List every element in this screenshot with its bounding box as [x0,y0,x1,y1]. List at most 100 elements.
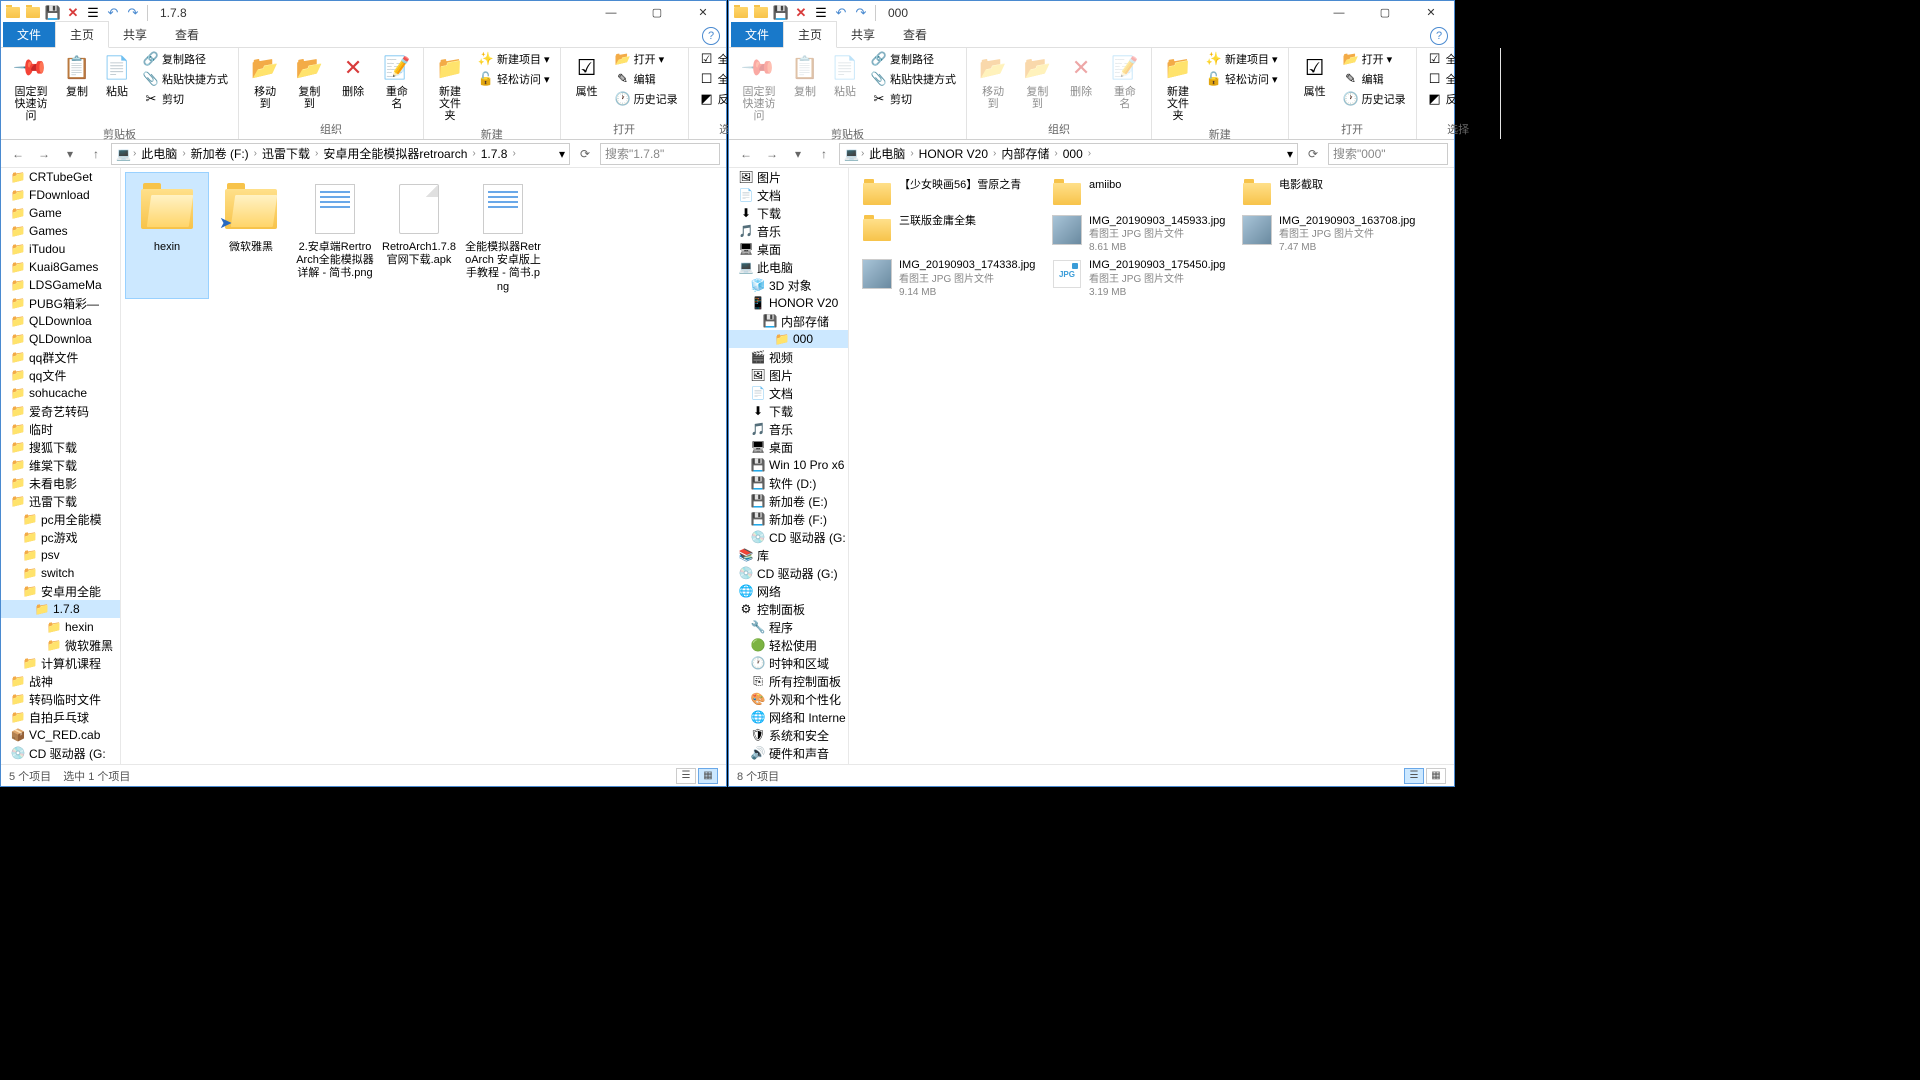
pin-to-quick-access-button[interactable]: 📌固定到快速访问 [7,50,55,124]
tree-item[interactable]: 📁CRTubeGet [1,168,120,186]
history-button[interactable]: 🕐历史记录 [1339,90,1410,108]
tree-item[interactable]: 📁qq群文件 [1,348,120,366]
close-button[interactable]: ✕ [1408,1,1454,24]
save-icon[interactable]: 💾 [773,5,789,21]
tree-item[interactable]: 📄文档 [729,384,848,402]
tree-item[interactable]: 👤用户帐户 [729,762,848,764]
tree-item[interactable]: 📁pc用全能模 [1,510,120,528]
breadcrumb-segment[interactable]: HONOR V20 [916,147,991,161]
file-item[interactable]: IMG_20190903_163708.jpg看图王 JPG 图片文件7.47 … [1237,212,1427,256]
tree-item[interactable]: ⬇下载 [729,204,848,222]
nav-tree[interactable]: 📁CRTubeGet📁FDownload📁Game📁Games📁iTudou📁K… [1,168,121,764]
breadcrumb-dropdown[interactable]: ▾ [1287,147,1293,161]
tree-item[interactable]: 💾内部存储 [729,312,848,330]
redo-icon[interactable]: ↷ [853,5,869,21]
file-item[interactable]: IMG_20190903_174338.jpg看图王 JPG 图片文件9.14 … [857,256,1047,300]
title-bar[interactable]: 💾 ✕ ☰ ↶ ↷ 000 — ▢ ✕ [729,1,1454,24]
ribbon-help-icon[interactable]: ? [702,27,720,45]
items-pane[interactable]: 【少女映画56】雪原之青amiibo电影截取三联版金庸全集IMG_2019090… [849,168,1454,764]
tree-item[interactable]: 💾新加卷 (E:) [729,492,848,510]
invert-selection-button[interactable]: ◩反向选择 [1423,90,1494,108]
file-item[interactable]: hexin [125,172,209,299]
tree-item[interactable]: 💿CD 驱动器 (G: [1,744,120,762]
tree-item[interactable]: 📁计算机课程 [1,654,120,672]
tree-item[interactable]: 📁QLDownloa [1,312,120,330]
tree-item[interactable]: 🔊硬件和声音 [729,744,848,762]
tree-item[interactable]: 📁switch [1,564,120,582]
tab-share[interactable]: 共享 [837,22,889,47]
copy-path-button[interactable]: 🔗复制路径 [867,50,960,68]
folder-icon[interactable] [25,5,41,21]
back-button[interactable]: ← [735,143,757,165]
tree-item[interactable]: 🎵音乐 [729,222,848,240]
tree-item[interactable]: 📁000 [729,330,848,348]
minimize-button[interactable]: — [1316,1,1362,24]
tree-item[interactable]: 💾软件 (D:) [729,474,848,492]
breadcrumb-segment[interactable]: 000 [1060,147,1086,161]
properties-icon[interactable]: ☰ [813,5,829,21]
items-pane[interactable]: hexin➤微软雅黑2.安卓端RertroArch全能模拟器详解 - 简书.pn… [121,168,726,764]
tree-item[interactable]: 📁搜狐下载 [1,438,120,456]
maximize-button[interactable]: ▢ [1362,1,1408,24]
open-button[interactable]: 📂打开 ▾ [611,50,682,68]
breadcrumb-segment[interactable]: 此电脑 [138,145,180,162]
tree-item[interactable]: 📁qq文件 [1,366,120,384]
tree-item[interactable]: 🔧程序 [729,618,848,636]
tree-item[interactable]: ⎘所有控制面板 [729,672,848,690]
tree-item[interactable]: 📁pc游戏 [1,528,120,546]
tree-item[interactable]: 📁Game [1,204,120,222]
tree-item[interactable]: ⬇下载 [729,402,848,420]
view-icons-button[interactable]: ▦ [698,768,718,784]
save-icon[interactable]: 💾 [45,5,61,21]
tree-item[interactable]: 💾Win 10 Pro x6 [729,456,848,474]
tree-item[interactable]: 📁转码临时文件 [1,690,120,708]
recent-button[interactable]: ▾ [59,143,81,165]
close-icon[interactable]: ✕ [65,5,81,21]
copy-path-button[interactable]: 🔗复制路径 [139,50,232,68]
undo-icon[interactable]: ↶ [105,5,121,21]
refresh-button[interactable]: ⟳ [1302,143,1324,165]
select-all-button[interactable]: ☑全部选择 [1423,50,1494,68]
breadcrumb-segment[interactable]: 新加卷 (F:) [188,145,252,162]
tree-item[interactable]: 🎵音乐 [729,420,848,438]
tree-item[interactable]: 📁自拍乒乓球 [1,708,120,726]
tree-item[interactable]: 📁维棠下载 [1,456,120,474]
nav-tree[interactable]: 🖼图片📄文档⬇下载🎵音乐🖥桌面💻此电脑🧊3D 对象📱HONOR V20💾内部存储… [729,168,849,764]
tab-file[interactable]: 文件 [731,22,783,47]
breadcrumb-segment[interactable]: 内部存储 [998,145,1052,162]
file-item[interactable]: IMG_20190903_145933.jpg看图王 JPG 图片文件8.61 … [1047,212,1237,256]
up-button[interactable]: ↑ [813,143,835,165]
view-details-button[interactable]: ☰ [1404,768,1424,784]
search-input[interactable]: 搜索"000" [1328,143,1448,165]
tree-item[interactable]: 🌐网络和 Interne [729,708,848,726]
new-item-button[interactable]: ✨新建项目 ▾ [474,50,554,68]
forward-button[interactable]: → [761,143,783,165]
tree-item[interactable]: 🖼图片 [729,366,848,384]
tree-item[interactable]: 📦VC_RED.cab [1,726,120,744]
cut-button[interactable]: ✂剪切 [867,90,960,108]
up-button[interactable]: ↑ [85,143,107,165]
redo-icon[interactable]: ↷ [125,5,141,21]
tree-item[interactable]: 📚库 [1,762,120,764]
view-icons-button[interactable]: ▦ [1426,768,1446,784]
tree-item[interactable]: 💻此电脑 [729,258,848,276]
close-button[interactable]: ✕ [680,1,726,24]
breadcrumb-segment[interactable]: 1.7.8 [478,147,511,161]
cut-button[interactable]: ✂剪切 [139,90,232,108]
history-button[interactable]: 🕐历史记录 [611,90,682,108]
tree-item[interactable]: 📁1.7.8 [1,600,120,618]
tree-item[interactable]: 🎬视频 [729,348,848,366]
new-folder-button[interactable]: 📁新建文件夹 [430,50,470,124]
tree-item[interactable]: 📁hexin [1,618,120,636]
file-item[interactable]: amiibo [1047,176,1237,212]
tree-item[interactable]: 📁Games [1,222,120,240]
ribbon-help-icon[interactable]: ? [1430,27,1448,45]
easy-access-button[interactable]: 🔓轻松访问 ▾ [474,70,554,88]
easy-access-button[interactable]: 🔓轻松访问 ▾ [1202,70,1282,88]
minimize-button[interactable]: — [588,1,634,24]
tab-view[interactable]: 查看 [161,22,213,47]
tree-item[interactable]: 💾新加卷 (F:) [729,510,848,528]
tree-item[interactable]: ⚙控制面板 [729,600,848,618]
tree-item[interactable]: 📁sohucache [1,384,120,402]
maximize-button[interactable]: ▢ [634,1,680,24]
